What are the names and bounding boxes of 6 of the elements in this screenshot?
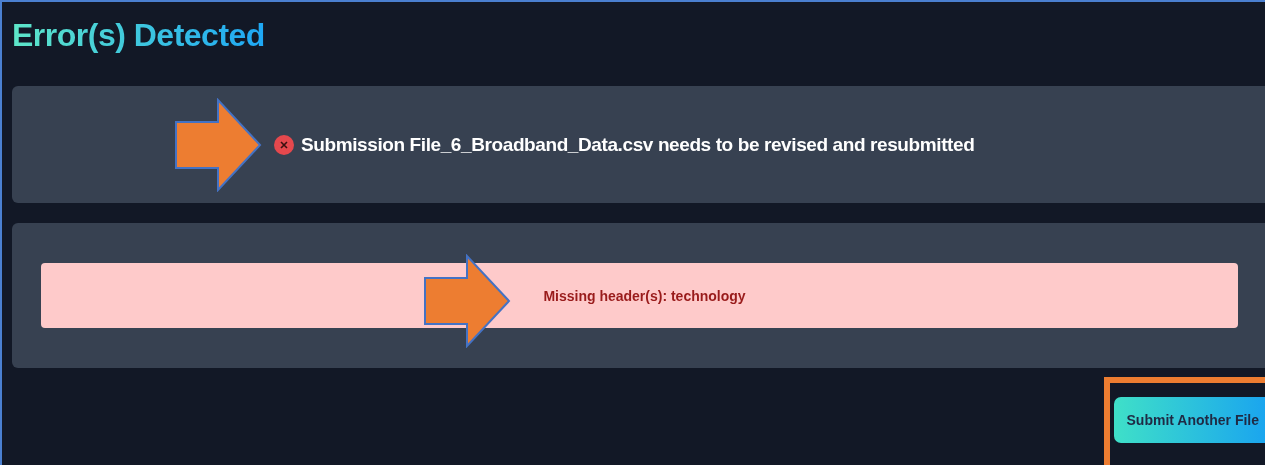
arrow-icon <box>174 98 262 192</box>
error-alert: Missing header(s): technology <box>41 263 1238 328</box>
submit-button[interactable]: Submit Another File <box>1113 397 1265 443</box>
error-icon <box>274 134 294 155</box>
status-message: Submission File_6_Broadband_Data.csv needs to be revised and resubmitted <box>301 133 975 156</box>
arrow-icon <box>423 254 511 348</box>
